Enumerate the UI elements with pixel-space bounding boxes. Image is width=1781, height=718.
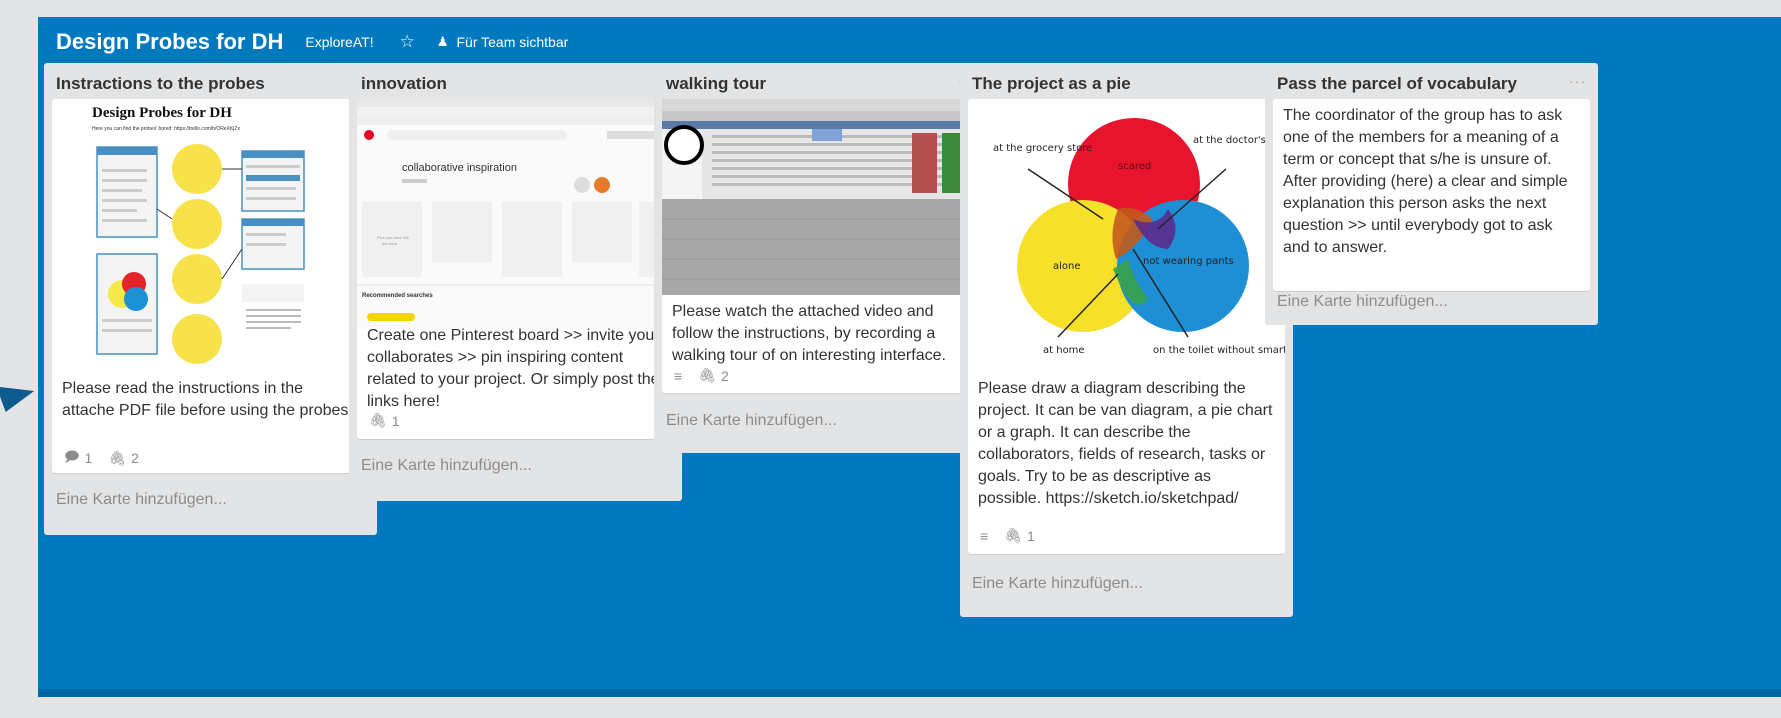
card[interactable]: collaborative inspiration Pins you save … <box>357 99 674 439</box>
add-card-link[interactable]: Eine Karte hinzufügen... <box>666 412 837 430</box>
list-innovation: innovation ··· collaborative inspiration <box>349 63 682 501</box>
list-walking-tour: walking tour ··· <box>654 63 987 453</box>
comment-count: 1 <box>84 450 93 466</box>
card-badges: ≡ 🖇 2 <box>674 367 729 384</box>
card-badges: 🖇 1 <box>369 412 400 429</box>
instructions-document: Design Probes for DH Here you can find t… <box>92 105 305 364</box>
recommended-searches-label: Recommended searches <box>362 293 433 299</box>
doc-subtitle: Here you can find the probes' bored: htt… <box>92 126 240 132</box>
card-cover-image: collaborative inspiration Pins you save … <box>357 99 674 329</box>
card-title: Please watch the attached video and foll… <box>672 303 946 364</box>
attachment-count: 1 <box>1026 527 1035 544</box>
add-card-link[interactable]: Eine Karte hinzufügen... <box>972 575 1143 593</box>
list-header: The project as a pie ··· <box>960 63 1293 103</box>
add-card-link[interactable]: Eine Karte hinzufügen... <box>1277 293 1448 311</box>
attachment-count: 2 <box>131 450 139 466</box>
card-badges: 🗩 1 🖇 2 <box>64 446 139 470</box>
svg-text:live here: live here <box>382 241 398 246</box>
card-cover-image <box>662 99 979 295</box>
visibility-label: Für Team sichtbar <box>456 34 569 50</box>
star-icon[interactable]: ☆ <box>400 32 415 52</box>
comments-badge: 🗩 1 <box>64 446 92 470</box>
list-title[interactable]: The project as a pie <box>972 74 1131 94</box>
card-badges: ≡ 🖇 1 <box>980 527 1035 544</box>
list-vocabulary: Pass the parcel of vocabulary ··· The co… <box>1265 63 1598 325</box>
paperclip-icon: 🖇 <box>369 412 387 428</box>
attachment-count: 1 <box>391 412 400 429</box>
venn-label: at the grocery store <box>993 143 1092 154</box>
paperclip-icon: 🖇 <box>108 449 127 466</box>
attachments-badge: 🖇 2 <box>698 367 729 384</box>
venn-label: alone <box>1053 261 1081 272</box>
card-title: Please read the instructions in the atta… <box>62 380 349 419</box>
venn-diagram-image: at the grocery store at the doctor's off… <box>993 118 1285 356</box>
card[interactable]: The coordinator of the group has to ask … <box>1273 99 1590 291</box>
card[interactable]: Please watch the attached video and foll… <box>662 99 979 393</box>
list-title[interactable]: Instractions to the probes <box>56 74 265 94</box>
venn-label: scared <box>1118 161 1151 172</box>
list-header: innovation ··· <box>349 63 682 103</box>
board-title[interactable]: Design Probes for DH <box>56 29 283 55</box>
card-title: The coordinator of the group has to ask … <box>1283 107 1568 256</box>
doc-title: Design Probes for DH <box>92 105 232 121</box>
add-card-link[interactable]: Eine Karte hinzufügen... <box>56 491 227 509</box>
attachment-count: 2 <box>720 367 729 384</box>
spreadsheet-screenshot <box>662 99 979 295</box>
description-icon: ≡ <box>980 527 989 544</box>
board-header: Design Probes for DH ExploreAT! ☆ ♟ Für … <box>56 27 568 57</box>
visibility-button[interactable]: ♟ Für Team sichtbar <box>437 34 568 50</box>
card-cover-image: at the grocery store at the doctor's off… <box>968 99 1285 375</box>
list-project-pie: The project as a pie ··· at the gro <box>960 63 1293 617</box>
left-arrow-pointer <box>0 374 38 413</box>
description-icon: ≡ <box>674 367 683 384</box>
list-title[interactable]: innovation <box>361 74 447 94</box>
list-title[interactable]: Pass the parcel of vocabulary <box>1277 74 1517 94</box>
card[interactable]: at the grocery store at the doctor's off… <box>968 99 1285 554</box>
venn-label: not wearing pants <box>1143 256 1234 267</box>
attachments-badge: 🖇 2 <box>108 450 139 467</box>
card-cover-image: Design Probes for DH Here you can find t… <box>52 99 369 371</box>
svg-text:Pins you save will: Pins you save will <box>377 235 409 240</box>
venn-label: on the toilet without smartphone <box>1153 345 1285 356</box>
list-title[interactable]: walking tour <box>666 74 766 94</box>
venn-label: at home <box>1043 345 1085 356</box>
pinterest-board-name: collaborative inspiration <box>402 162 517 174</box>
list-header: Instractions to the probes ··· <box>44 63 377 103</box>
attachments-badge: 🖇 1 <box>1004 527 1035 544</box>
attachments-badge: 🖇 1 <box>369 412 400 429</box>
comment-icon: 🗩 <box>64 448 80 464</box>
paperclip-icon: 🖇 <box>698 367 716 383</box>
card-title: Create one Pinterest board >> invite you… <box>367 327 660 410</box>
list-instructions: Instractions to the probes ··· Design Pr… <box>44 63 377 535</box>
add-card-link[interactable]: Eine Karte hinzufügen... <box>361 457 532 475</box>
card[interactable]: Design Probes for DH Here you can find t… <box>52 99 369 473</box>
card-title: Please draw a diagram describing the pro… <box>978 380 1273 507</box>
org-name[interactable]: ExploreAT! <box>305 34 373 50</box>
list-header: walking tour ··· <box>654 63 987 103</box>
team-icon: ♟ <box>436 34 449 49</box>
list-menu-icon[interactable]: ··· <box>1569 73 1586 89</box>
paperclip-icon: 🖇 <box>1004 527 1022 543</box>
list-header: Pass the parcel of vocabulary ··· <box>1265 63 1598 103</box>
trello-board: Design Probes for DH ExploreAT! ☆ ♟ Für … <box>38 17 1781 697</box>
yellow-label <box>367 313 415 321</box>
pinterest-screenshot: collaborative inspiration Pins you save … <box>357 99 674 299</box>
